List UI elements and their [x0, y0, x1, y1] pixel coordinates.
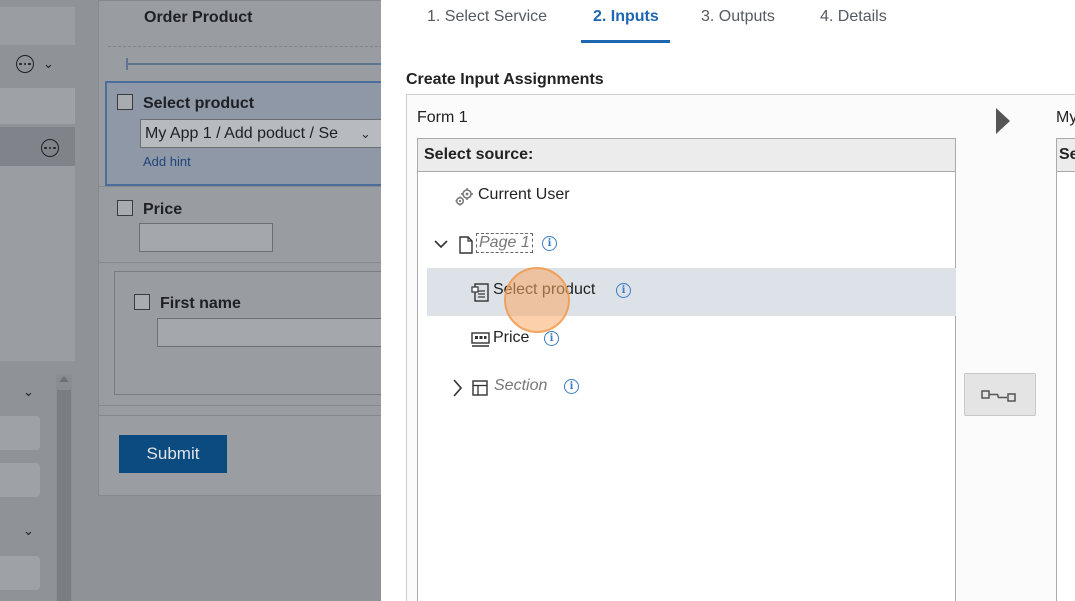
target-form-label: My [1056, 109, 1075, 126]
dropdown-field-icon [471, 283, 489, 302]
slider-track[interactable] [127, 63, 381, 65]
first-name-label: First name [160, 295, 241, 312]
tree-item-page[interactable]: Page 1 i [427, 221, 956, 269]
tree-item-label: Page 1 [476, 233, 533, 253]
chevron-right-icon[interactable] [452, 379, 462, 397]
divider [98, 405, 381, 406]
background-app: ⌄ ⌄ ⌄ Order Product Select product My Ap… [0, 0, 381, 601]
left-panel-area [0, 166, 75, 361]
scrollbar[interactable] [56, 374, 72, 601]
map-assignment-button[interactable] [964, 373, 1036, 416]
scrollbar-thumb[interactable] [57, 390, 71, 601]
tree-item-label: Section [494, 377, 548, 394]
tree-item-section[interactable]: Section i [427, 364, 956, 412]
submit-button[interactable]: Submit [119, 435, 227, 473]
divider [98, 262, 381, 263]
tree-item-label: Price [493, 329, 530, 346]
chevron-down-icon[interactable]: ⌄ [360, 126, 371, 142]
service-dialog: 1. Select Service 2. Inputs 3. Outputs 4… [381, 0, 1075, 601]
divider [98, 186, 381, 187]
tree-item-current-user[interactable]: Current User [427, 173, 956, 221]
info-icon[interactable]: i [564, 379, 579, 394]
chevron-down-icon[interactable]: ⌄ [23, 384, 34, 400]
section-title: Create Input Assignments [406, 71, 604, 88]
left-panel-field[interactable] [0, 556, 40, 590]
form-label: Form 1 [417, 109, 468, 126]
play-icon[interactable] [996, 108, 1010, 134]
price-label: Price [143, 201, 183, 218]
tab-details[interactable]: 4. Details [820, 8, 887, 38]
checkbox[interactable] [117, 200, 133, 216]
chevron-down-icon[interactable] [434, 239, 448, 249]
tab-outputs[interactable]: 3. Outputs [701, 8, 775, 38]
checkbox[interactable] [117, 94, 133, 110]
target-panel: Se [1056, 138, 1075, 601]
info-icon[interactable]: i [544, 331, 559, 346]
chevron-down-icon[interactable]: ⌄ [23, 523, 34, 539]
left-panel: ⌄ ⌄ ⌄ [0, 0, 76, 601]
divider [108, 46, 381, 47]
first-name-input[interactable] [157, 318, 381, 347]
left-panel-field[interactable] [0, 463, 40, 497]
page-title: Order Product [144, 9, 253, 26]
price-input[interactable] [139, 223, 273, 252]
source-panel: Select source: Current User Page 1 i i P… [417, 138, 956, 601]
left-panel-field[interactable] [0, 416, 40, 450]
info-icon[interactable]: i [616, 283, 631, 298]
source-header: Select source: [418, 139, 955, 172]
gear-cluster-icon [455, 188, 473, 206]
more-options-icon[interactable] [41, 139, 59, 157]
select-product-label: Select product [143, 95, 255, 112]
text-field-icon [471, 332, 490, 347]
click-indicator [504, 267, 570, 333]
tree-item-label: Current User [478, 186, 570, 203]
info-icon[interactable]: i [542, 236, 557, 251]
add-hint-link[interactable]: Add hint [143, 154, 191, 169]
target-header: Se [1057, 139, 1075, 172]
scroll-up-icon[interactable] [59, 376, 69, 382]
tab-inputs[interactable]: 2. Inputs [593, 8, 659, 38]
active-tab-indicator [581, 40, 670, 43]
tab-select-service[interactable]: 1. Select Service [427, 8, 547, 38]
link-connector-icon [981, 389, 1016, 402]
tree-item-price[interactable]: Price i [427, 316, 956, 364]
wizard-tabs: 1. Select Service 2. Inputs 3. Outputs 4… [381, 0, 1075, 44]
chevron-down-icon[interactable]: ⌄ [43, 56, 54, 72]
more-options-icon[interactable] [16, 55, 34, 73]
checkbox[interactable] [134, 294, 150, 310]
left-panel-row-selected[interactable] [0, 127, 75, 166]
left-panel-row [0, 7, 75, 45]
select-product-dropdown[interactable]: My App 1 / Add poduct / Se [140, 119, 381, 148]
left-panel-row [0, 88, 75, 124]
section-icon [472, 380, 488, 396]
page-icon [459, 236, 473, 254]
